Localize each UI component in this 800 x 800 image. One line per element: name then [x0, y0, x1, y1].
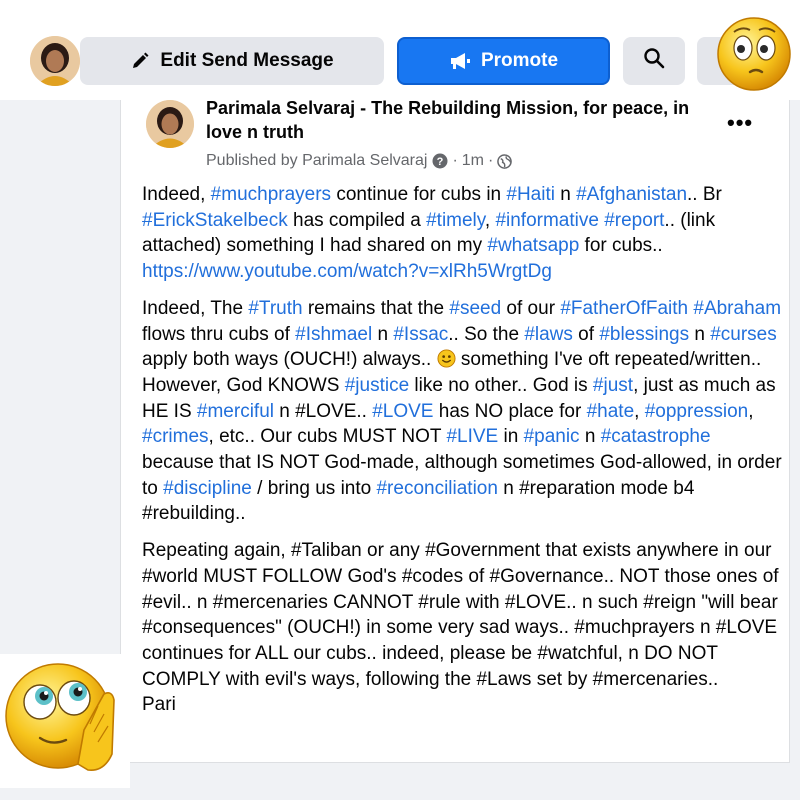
- post-paragraph: Indeed, #muchprayers continue for cubs i…: [142, 182, 782, 285]
- post-text: of our: [501, 297, 561, 319]
- post-text: of: [572, 323, 600, 345]
- svg-text:?: ?: [437, 156, 444, 168]
- post-text: ,: [484, 209, 496, 231]
- page-toolbar: Edit Send Message Promote: [0, 0, 800, 100]
- slightly-smiling-face-emoji: [437, 349, 456, 368]
- hashtag-link[interactable]: #ErickStakelbeck: [142, 210, 288, 231]
- hashtag-link[interactable]: #seed: [449, 298, 501, 319]
- hashtag-link[interactable]: #Abraham: [693, 298, 781, 319]
- page-avatar[interactable]: [30, 36, 80, 86]
- post-text: like no other.. God is: [409, 374, 593, 396]
- post-text: n: [554, 184, 577, 205]
- hashtag-link[interactable]: #informative: [495, 210, 599, 231]
- search-button[interactable]: [623, 37, 685, 85]
- post-time[interactable]: 1m: [462, 152, 484, 170]
- hashtag-link[interactable]: #LIVE: [446, 426, 498, 447]
- search-icon: [643, 47, 665, 75]
- hashtag-link[interactable]: #Issac: [393, 324, 448, 345]
- hashtag-link[interactable]: #just: [593, 375, 633, 396]
- post-text: n: [579, 426, 601, 448]
- hashtag-link[interactable]: #Afghanistan: [576, 184, 687, 205]
- post-text: / bring us into: [251, 477, 377, 499]
- praying-emoji-icon: [0, 654, 130, 793]
- hashtag-link[interactable]: #blessings: [599, 324, 689, 345]
- hashtag-link[interactable]: #timely: [426, 210, 485, 231]
- post-text: has NO place for: [433, 400, 587, 422]
- post-text: apply both ways (OUCH!) always..: [142, 349, 437, 371]
- post-text: has compiled a: [287, 209, 427, 231]
- help-icon[interactable]: ?: [432, 153, 448, 169]
- post-text: n: [689, 323, 711, 345]
- post-text: Pari: [142, 694, 176, 716]
- hashtag-link[interactable]: #whatsapp: [487, 235, 579, 256]
- published-by-label: Published by Parimala Selvaraj: [206, 152, 428, 169]
- post-text: for cubs..: [579, 235, 663, 257]
- hashtag-link[interactable]: #FatherOfFaith: [560, 298, 688, 319]
- hashtag-link[interactable]: #crimes: [142, 426, 209, 447]
- hashtag-link[interactable]: #Haiti: [506, 184, 555, 205]
- post-card: Parimala Selvaraj - The Rebuilding Missi…: [120, 98, 790, 763]
- edit-send-message-label: Edit Send Message: [160, 50, 334, 71]
- hashtag-link[interactable]: #Ishmael: [295, 324, 372, 345]
- promote-button[interactable]: Promote: [397, 37, 610, 85]
- post-text: .. Br: [687, 184, 722, 205]
- post-text: continue for cubs in: [331, 184, 507, 205]
- post-body: Indeed, #muchprayers continue for cubs i…: [142, 182, 782, 729]
- promote-label: Promote: [480, 50, 559, 71]
- post-text: flows thru cubs of: [142, 323, 296, 345]
- globe-icon[interactable]: [497, 153, 513, 169]
- post-text: in: [498, 426, 524, 448]
- hashtag-link[interactable]: #oppression: [645, 401, 749, 422]
- hashtag-link[interactable]: #justice: [345, 375, 409, 396]
- post-meta: Published by Parimala Selvaraj ? · 1m ·: [206, 152, 513, 170]
- post-text: Indeed, The: [142, 297, 249, 319]
- post-text: ,: [748, 400, 754, 422]
- post-text: ,: [634, 400, 645, 422]
- post-author-avatar[interactable]: [146, 100, 194, 148]
- post-text: remains that the: [302, 297, 450, 319]
- pencil-icon: [130, 51, 150, 71]
- hashtag-link[interactable]: #report: [604, 210, 664, 231]
- hashtag-link[interactable]: #hate: [587, 401, 635, 422]
- thinking-emoji-icon: [712, 12, 796, 101]
- edit-send-message-button[interactable]: Edit Send Message: [80, 37, 384, 85]
- post-paragraph: Repeating again, #Taliban or any #Govern…: [142, 538, 782, 718]
- hashtag-link[interactable]: #Truth: [248, 298, 302, 319]
- post-paragraph: Indeed, The #Truth remains that the #see…: [142, 296, 782, 527]
- hashtag-link[interactable]: #reconciliation: [376, 478, 497, 499]
- post-text: , etc.. Our cubs MUST NOT: [208, 426, 447, 448]
- hashtag-link[interactable]: #panic: [524, 426, 580, 447]
- more-dots-icon[interactable]: •••: [727, 110, 753, 136]
- hashtag-link[interactable]: #muchprayers: [211, 184, 331, 205]
- post-text: n #LOVE..: [273, 400, 373, 422]
- post-link[interactable]: https://www.youtube.com/watch?v=xlRh5Wrg…: [142, 261, 552, 282]
- post-page-name[interactable]: Parimala Selvaraj - The Rebuilding Missi…: [206, 96, 716, 144]
- hashtag-link[interactable]: #discipline: [163, 478, 252, 499]
- hashtag-link[interactable]: #catastrophe: [601, 426, 711, 447]
- megaphone-icon: [449, 51, 471, 71]
- post-text: Repeating again, #Taliban or any #Govern…: [142, 540, 779, 690]
- hashtag-link[interactable]: #curses: [710, 324, 777, 345]
- hashtag-link[interactable]: #merciful: [197, 401, 274, 422]
- post-text: .. So the: [448, 323, 525, 345]
- hashtag-link[interactable]: #laws: [524, 324, 573, 345]
- post-text: n: [372, 323, 394, 345]
- post-text: Indeed,: [142, 184, 211, 205]
- hashtag-link[interactable]: #LOVE: [372, 401, 433, 422]
